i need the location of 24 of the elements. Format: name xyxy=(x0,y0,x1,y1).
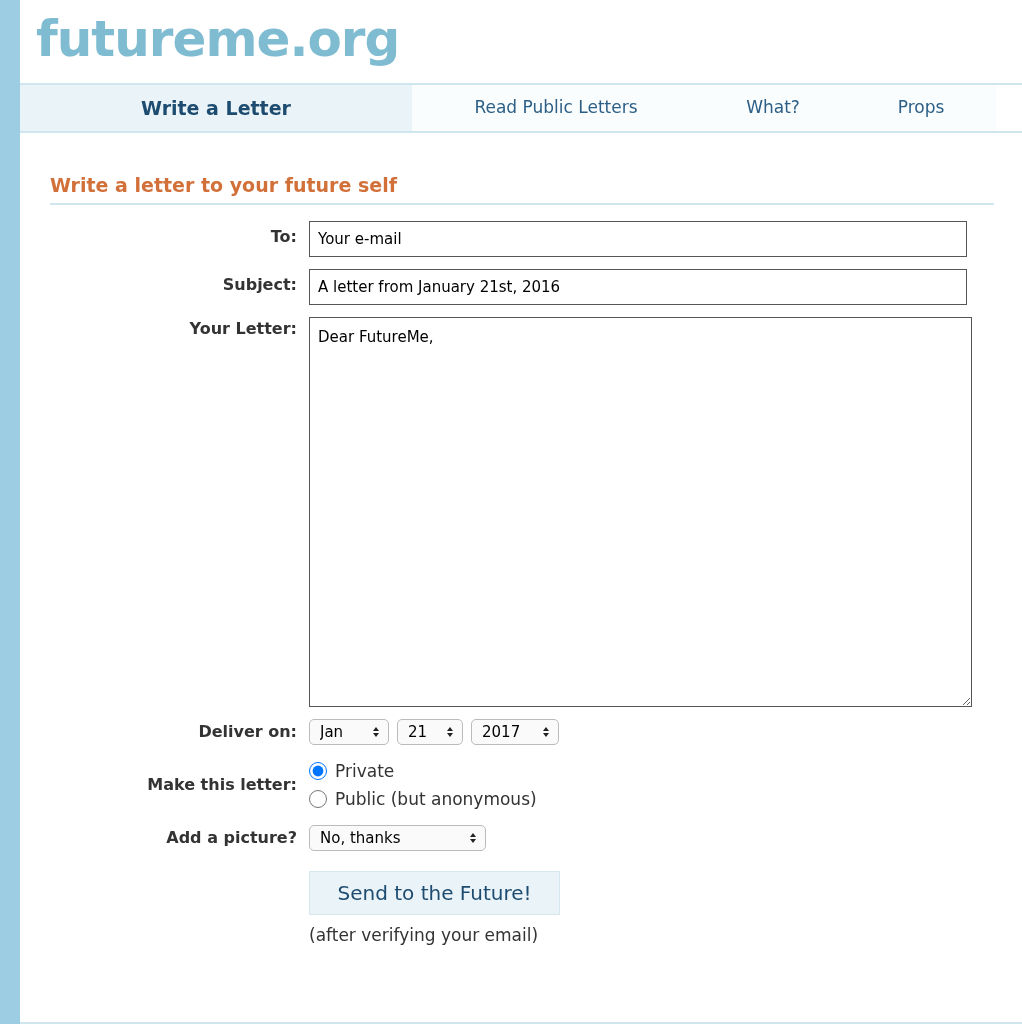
letter-field[interactable]: Dear FutureMe, xyxy=(309,316,972,707)
nav-tab[interactable]: Write a Letter xyxy=(20,85,412,131)
send-button[interactable]: Send to the Future! xyxy=(309,870,560,915)
radio-button[interactable] xyxy=(309,761,327,780)
section-heading: Write a letter to your future self xyxy=(50,171,994,205)
email-field[interactable]: Your e-mail xyxy=(309,220,967,257)
field-label: Make this letter: xyxy=(146,773,297,796)
nav-tab[interactable]: Read Public Letters xyxy=(412,85,700,131)
field-label: Deliver on: xyxy=(197,720,297,743)
field-label: To: xyxy=(269,225,297,248)
date-select[interactable]: 2017 xyxy=(471,718,559,745)
helper-note: (after verifying your email) xyxy=(309,923,540,947)
date-select[interactable]: Jan xyxy=(309,718,389,745)
subject-field[interactable]: A letter from January 21st, 2016 xyxy=(309,268,967,305)
field-label: Add a picture? xyxy=(165,826,297,849)
date-select[interactable]: 21 xyxy=(397,718,463,745)
nav-tab[interactable]: What? xyxy=(700,85,846,131)
radio-button[interactable] xyxy=(309,789,327,808)
nav-tab[interactable]: Props xyxy=(846,85,996,131)
field-label: Subject: xyxy=(221,273,297,296)
field-label: Your Letter: xyxy=(188,317,297,340)
radio-label: Public (but anonymous) xyxy=(335,787,537,811)
picture-select[interactable]: No, thanks xyxy=(309,824,486,851)
radio-label: Private xyxy=(335,759,395,783)
